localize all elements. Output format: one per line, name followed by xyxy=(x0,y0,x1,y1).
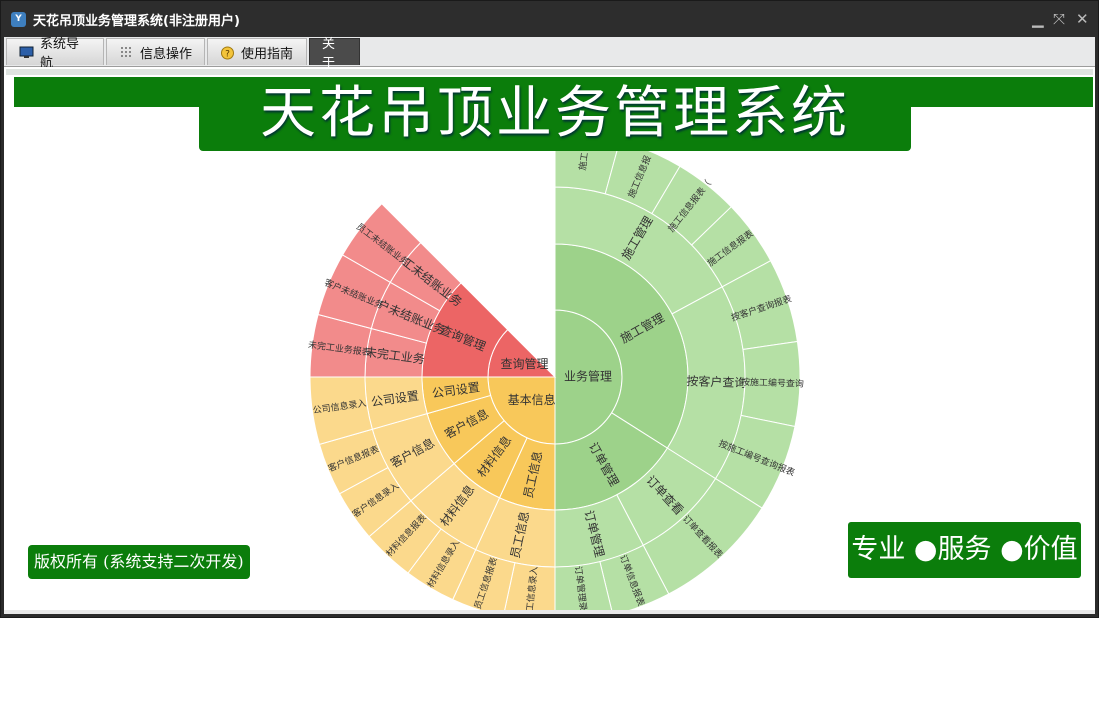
window-title: 天花吊顶业务管理系统(非注册用户) xyxy=(33,14,240,29)
tab-label: 关于 xyxy=(322,37,336,71)
title-bar[interactable]: Y 天花吊顶业务管理系统(非注册用户) ▁ ⤧ ✕ xyxy=(1,1,1098,37)
slogan-label: 专业 ●服务 ●价值 xyxy=(848,522,1081,578)
menu-tabs: 系统导航 信息操作 ? 使用指南 关于 xyxy=(4,37,1095,71)
bottom-border xyxy=(4,610,1095,614)
banner-title: 天花吊顶业务管理系统 xyxy=(199,77,911,151)
sunburst-label: 基本信息 xyxy=(508,392,556,407)
sunburst-label: 业务管理 xyxy=(564,369,612,384)
tab-label: 使用指南 xyxy=(241,46,294,62)
sunburst-segment[interactable]: 按施工编号查询 xyxy=(740,340,804,428)
app-logo-icon: Y xyxy=(11,12,26,27)
restore-button[interactable]: ⤧ xyxy=(1053,9,1065,29)
copyright-label: 版权所有 (系统支持二次开发) xyxy=(28,545,250,579)
guide-icon: ? xyxy=(220,46,235,59)
monitor-icon xyxy=(19,46,34,59)
tab-info-operation[interactable]: 信息操作 xyxy=(106,38,205,65)
tab-about[interactable]: 关于 xyxy=(309,37,360,71)
app-window: Y 天花吊顶业务管理系统(非注册用户) ▁ ⤧ ✕ 系统导航 信息操作 ? 使用… xyxy=(0,0,1099,618)
sunburst-label: 按客户查询 xyxy=(686,373,747,390)
minimize-button[interactable]: ▁ xyxy=(1032,9,1044,29)
sunburst-label: 查询管理 xyxy=(501,356,549,371)
tab-system-navigation[interactable]: 系统导航 xyxy=(6,37,104,71)
grid-icon xyxy=(119,46,134,59)
svg-text:?: ? xyxy=(225,49,230,59)
tab-label: 信息操作 xyxy=(140,46,193,62)
close-button[interactable]: ✕ xyxy=(1076,9,1089,29)
tab-label: 系统导航 xyxy=(40,37,80,71)
tab-user-guide[interactable]: ? 使用指南 xyxy=(207,38,307,65)
main-content: 业务管理 基本信息 查询管理 施工管理 订单管理 员工信息 材料信息 客户信息 公司设置 查询管理… xyxy=(4,67,1095,614)
